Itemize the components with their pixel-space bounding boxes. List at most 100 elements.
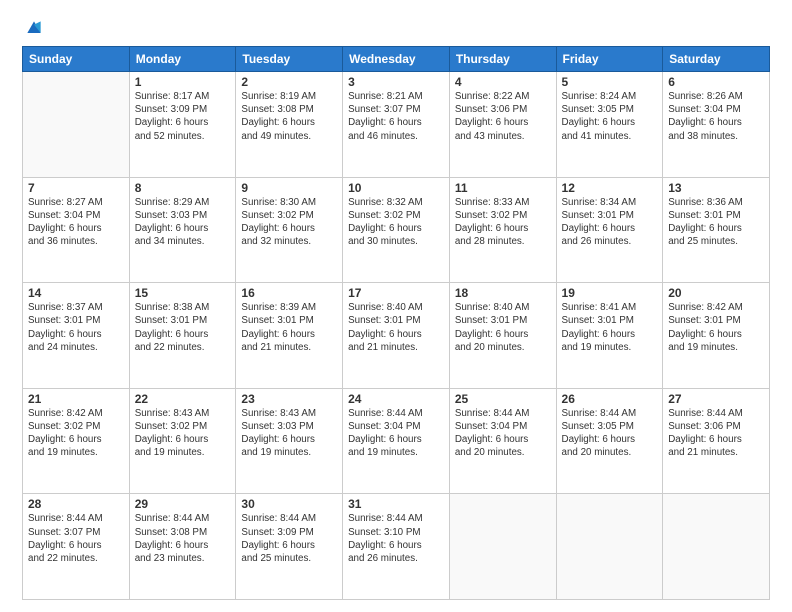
day-number: 14 <box>28 286 124 300</box>
day-number: 19 <box>562 286 658 300</box>
day-number: 26 <box>562 392 658 406</box>
day-number: 24 <box>348 392 444 406</box>
day-number: 25 <box>455 392 551 406</box>
calendar-day-8: 8Sunrise: 8:29 AM Sunset: 3:03 PM Daylig… <box>129 177 236 283</box>
calendar-day-24: 24Sunrise: 8:44 AM Sunset: 3:04 PM Dayli… <box>343 388 450 494</box>
calendar-day-26: 26Sunrise: 8:44 AM Sunset: 3:05 PM Dayli… <box>556 388 663 494</box>
day-info: Sunrise: 8:38 AM Sunset: 3:01 PM Dayligh… <box>135 301 231 354</box>
calendar-day-11: 11Sunrise: 8:33 AM Sunset: 3:02 PM Dayli… <box>449 177 556 283</box>
calendar-day-25: 25Sunrise: 8:44 AM Sunset: 3:04 PM Dayli… <box>449 388 556 494</box>
day-number: 15 <box>135 286 231 300</box>
day-number: 29 <box>135 497 231 511</box>
page-header <box>22 18 770 38</box>
week-row-1: 1Sunrise: 8:17 AM Sunset: 3:09 PM Daylig… <box>23 72 770 178</box>
day-info: Sunrise: 8:21 AM Sunset: 3:07 PM Dayligh… <box>348 90 444 143</box>
day-number: 21 <box>28 392 124 406</box>
day-number: 2 <box>241 75 337 89</box>
day-info: Sunrise: 8:37 AM Sunset: 3:01 PM Dayligh… <box>28 301 124 354</box>
day-info: Sunrise: 8:44 AM Sunset: 3:06 PM Dayligh… <box>668 407 764 460</box>
day-header-friday: Friday <box>556 47 663 72</box>
day-number: 6 <box>668 75 764 89</box>
day-info: Sunrise: 8:36 AM Sunset: 3:01 PM Dayligh… <box>668 196 764 249</box>
day-info: Sunrise: 8:43 AM Sunset: 3:02 PM Dayligh… <box>135 407 231 460</box>
day-header-tuesday: Tuesday <box>236 47 343 72</box>
calendar-body: 1Sunrise: 8:17 AM Sunset: 3:09 PM Daylig… <box>23 72 770 600</box>
empty-cell <box>556 494 663 600</box>
empty-cell <box>663 494 770 600</box>
calendar-day-14: 14Sunrise: 8:37 AM Sunset: 3:01 PM Dayli… <box>23 283 130 389</box>
day-number: 8 <box>135 181 231 195</box>
calendar-day-12: 12Sunrise: 8:34 AM Sunset: 3:01 PM Dayli… <box>556 177 663 283</box>
day-info: Sunrise: 8:27 AM Sunset: 3:04 PM Dayligh… <box>28 196 124 249</box>
day-info: Sunrise: 8:34 AM Sunset: 3:01 PM Dayligh… <box>562 196 658 249</box>
day-number: 18 <box>455 286 551 300</box>
day-number: 5 <box>562 75 658 89</box>
calendar-day-9: 9Sunrise: 8:30 AM Sunset: 3:02 PM Daylig… <box>236 177 343 283</box>
day-info: Sunrise: 8:24 AM Sunset: 3:05 PM Dayligh… <box>562 90 658 143</box>
day-info: Sunrise: 8:26 AM Sunset: 3:04 PM Dayligh… <box>668 90 764 143</box>
day-info: Sunrise: 8:41 AM Sunset: 3:01 PM Dayligh… <box>562 301 658 354</box>
logo-icon <box>24 18 44 38</box>
week-row-3: 14Sunrise: 8:37 AM Sunset: 3:01 PM Dayli… <box>23 283 770 389</box>
day-info: Sunrise: 8:30 AM Sunset: 3:02 PM Dayligh… <box>241 196 337 249</box>
day-number: 20 <box>668 286 764 300</box>
logo <box>22 18 44 38</box>
day-info: Sunrise: 8:44 AM Sunset: 3:04 PM Dayligh… <box>455 407 551 460</box>
day-info: Sunrise: 8:44 AM Sunset: 3:05 PM Dayligh… <box>562 407 658 460</box>
day-info: Sunrise: 8:44 AM Sunset: 3:10 PM Dayligh… <box>348 512 444 565</box>
calendar-day-23: 23Sunrise: 8:43 AM Sunset: 3:03 PM Dayli… <box>236 388 343 494</box>
week-row-2: 7Sunrise: 8:27 AM Sunset: 3:04 PM Daylig… <box>23 177 770 283</box>
calendar-day-2: 2Sunrise: 8:19 AM Sunset: 3:08 PM Daylig… <box>236 72 343 178</box>
calendar-day-1: 1Sunrise: 8:17 AM Sunset: 3:09 PM Daylig… <box>129 72 236 178</box>
day-header-monday: Monday <box>129 47 236 72</box>
day-number: 7 <box>28 181 124 195</box>
day-number: 1 <box>135 75 231 89</box>
day-number: 10 <box>348 181 444 195</box>
day-number: 27 <box>668 392 764 406</box>
day-header-wednesday: Wednesday <box>343 47 450 72</box>
day-info: Sunrise: 8:44 AM Sunset: 3:07 PM Dayligh… <box>28 512 124 565</box>
day-number: 23 <box>241 392 337 406</box>
day-number: 3 <box>348 75 444 89</box>
day-number: 17 <box>348 286 444 300</box>
day-info: Sunrise: 8:43 AM Sunset: 3:03 PM Dayligh… <box>241 407 337 460</box>
calendar-day-5: 5Sunrise: 8:24 AM Sunset: 3:05 PM Daylig… <box>556 72 663 178</box>
day-number: 13 <box>668 181 764 195</box>
day-info: Sunrise: 8:44 AM Sunset: 3:09 PM Dayligh… <box>241 512 337 565</box>
day-header-sunday: Sunday <box>23 47 130 72</box>
week-row-4: 21Sunrise: 8:42 AM Sunset: 3:02 PM Dayli… <box>23 388 770 494</box>
calendar-day-6: 6Sunrise: 8:26 AM Sunset: 3:04 PM Daylig… <box>663 72 770 178</box>
week-row-5: 28Sunrise: 8:44 AM Sunset: 3:07 PM Dayli… <box>23 494 770 600</box>
day-info: Sunrise: 8:40 AM Sunset: 3:01 PM Dayligh… <box>455 301 551 354</box>
calendar-day-19: 19Sunrise: 8:41 AM Sunset: 3:01 PM Dayli… <box>556 283 663 389</box>
calendar-day-29: 29Sunrise: 8:44 AM Sunset: 3:08 PM Dayli… <box>129 494 236 600</box>
calendar-day-3: 3Sunrise: 8:21 AM Sunset: 3:07 PM Daylig… <box>343 72 450 178</box>
day-number: 9 <box>241 181 337 195</box>
calendar-day-15: 15Sunrise: 8:38 AM Sunset: 3:01 PM Dayli… <box>129 283 236 389</box>
calendar-table: SundayMondayTuesdayWednesdayThursdayFrid… <box>22 46 770 600</box>
day-info: Sunrise: 8:29 AM Sunset: 3:03 PM Dayligh… <box>135 196 231 249</box>
day-number: 28 <box>28 497 124 511</box>
calendar-day-7: 7Sunrise: 8:27 AM Sunset: 3:04 PM Daylig… <box>23 177 130 283</box>
day-info: Sunrise: 8:17 AM Sunset: 3:09 PM Dayligh… <box>135 90 231 143</box>
calendar-day-20: 20Sunrise: 8:42 AM Sunset: 3:01 PM Dayli… <box>663 283 770 389</box>
calendar-day-28: 28Sunrise: 8:44 AM Sunset: 3:07 PM Dayli… <box>23 494 130 600</box>
calendar-day-16: 16Sunrise: 8:39 AM Sunset: 3:01 PM Dayli… <box>236 283 343 389</box>
day-number: 31 <box>348 497 444 511</box>
day-info: Sunrise: 8:22 AM Sunset: 3:06 PM Dayligh… <box>455 90 551 143</box>
empty-cell <box>23 72 130 178</box>
calendar-day-27: 27Sunrise: 8:44 AM Sunset: 3:06 PM Dayli… <box>663 388 770 494</box>
calendar-day-13: 13Sunrise: 8:36 AM Sunset: 3:01 PM Dayli… <box>663 177 770 283</box>
day-number: 22 <box>135 392 231 406</box>
empty-cell <box>449 494 556 600</box>
day-number: 30 <box>241 497 337 511</box>
calendar-day-18: 18Sunrise: 8:40 AM Sunset: 3:01 PM Dayli… <box>449 283 556 389</box>
day-info: Sunrise: 8:42 AM Sunset: 3:02 PM Dayligh… <box>28 407 124 460</box>
day-number: 11 <box>455 181 551 195</box>
day-header-saturday: Saturday <box>663 47 770 72</box>
day-header-thursday: Thursday <box>449 47 556 72</box>
day-info: Sunrise: 8:40 AM Sunset: 3:01 PM Dayligh… <box>348 301 444 354</box>
day-info: Sunrise: 8:33 AM Sunset: 3:02 PM Dayligh… <box>455 196 551 249</box>
day-info: Sunrise: 8:32 AM Sunset: 3:02 PM Dayligh… <box>348 196 444 249</box>
day-info: Sunrise: 8:42 AM Sunset: 3:01 PM Dayligh… <box>668 301 764 354</box>
